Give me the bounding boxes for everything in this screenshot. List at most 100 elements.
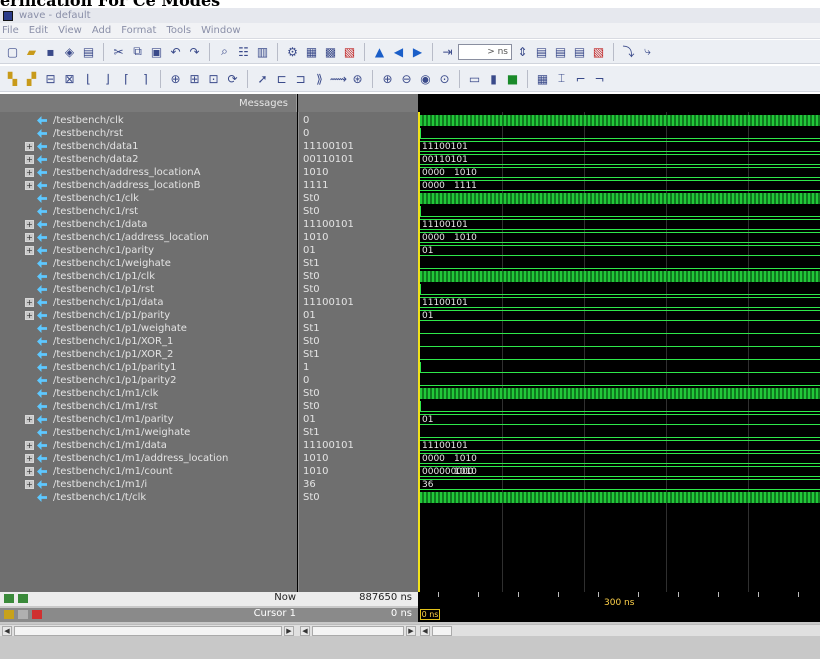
- step-back-icon[interactable]: ◀: [390, 43, 407, 60]
- expand-toggle-icon[interactable]: +: [25, 220, 34, 229]
- expand-toggle-icon[interactable]: +: [25, 467, 34, 476]
- expand-toggle-icon[interactable]: +: [25, 311, 34, 320]
- names-scrollbar[interactable]: [14, 626, 282, 636]
- run-length-icon[interactable]: ⇥: [439, 43, 456, 60]
- wave-add-icon[interactable]: [4, 594, 14, 603]
- menu-window[interactable]: Window: [201, 25, 240, 36]
- step-forward-icon[interactable]: ▶: [409, 43, 426, 60]
- new-file-icon[interactable]: ▢: [4, 43, 21, 60]
- print-icon[interactable]: ▤: [80, 43, 97, 60]
- expand-time-icon[interactable]: ▦: [534, 70, 551, 87]
- menu-format[interactable]: Format: [121, 25, 156, 36]
- find-icon[interactable]: ⌕: [216, 43, 233, 60]
- signal-row[interactable]: + /testbench/address_locationB: [0, 179, 297, 192]
- continue-icon[interactable]: ▤: [552, 43, 569, 60]
- expand-toggle-icon[interactable]: +: [25, 142, 34, 151]
- signal-row[interactable]: /testbench/c1/t/clk: [0, 491, 297, 504]
- edge-prev-icon[interactable]: ⌈: [118, 70, 135, 87]
- step-up-icon[interactable]: ▲: [371, 43, 388, 60]
- delta-time-icon[interactable]: ⌶: [553, 70, 570, 87]
- open-folder-icon[interactable]: ▰: [23, 43, 40, 60]
- zoom-in-icon[interactable]: ⊕: [379, 70, 396, 87]
- wave-refresh-icon[interactable]: ⟳: [224, 70, 241, 87]
- simulate-icon[interactable]: ⚙: [284, 43, 301, 60]
- wave-group-icon[interactable]: ⊞: [186, 70, 203, 87]
- scroll-right-icon[interactable]: ▶: [284, 626, 294, 636]
- signal-row[interactable]: /testbench/c1/p1/parity1: [0, 361, 297, 374]
- signal-row[interactable]: /testbench/c1/rst: [0, 205, 297, 218]
- cut-icon[interactable]: ✂: [110, 43, 127, 60]
- signal-row[interactable]: /testbench/c1/m1/rst: [0, 400, 297, 413]
- expand-toggle-icon[interactable]: +: [25, 181, 34, 190]
- signal-row[interactable]: + /testbench/address_locationA: [0, 166, 297, 179]
- menu-add[interactable]: Add: [92, 25, 111, 36]
- time-ruler[interactable]: 300 ns 0 ns: [418, 592, 820, 622]
- pencil-icon[interactable]: [18, 610, 28, 619]
- delete-cursor-icon[interactable]: ⊠: [61, 70, 78, 87]
- signal-row[interactable]: + /testbench/c1/parity: [0, 244, 297, 257]
- dataflow-icon[interactable]: ▩: [322, 43, 339, 60]
- step-over-icon[interactable]: ⤷: [639, 43, 656, 60]
- signal-row[interactable]: + /testbench/c1/address_location: [0, 231, 297, 244]
- break-icon[interactable]: ▧: [341, 43, 358, 60]
- redo-icon[interactable]: ↷: [186, 43, 203, 60]
- edge-next-icon[interactable]: ⌉: [137, 70, 154, 87]
- split-icon[interactable]: ⊐: [292, 70, 309, 87]
- lock-icon[interactable]: [4, 610, 14, 619]
- zoom-area-icon[interactable]: ⊏: [273, 70, 290, 87]
- paste-icon[interactable]: ▣: [148, 43, 165, 60]
- cursor-time-box[interactable]: 0 ns: [420, 609, 440, 620]
- menu-file[interactable]: File: [2, 25, 19, 36]
- signal-row[interactable]: /testbench/c1/weighate: [0, 257, 297, 270]
- edge-fall-icon[interactable]: ¬: [591, 70, 608, 87]
- search-wave-icon[interactable]: ⊛: [349, 70, 366, 87]
- hierarchy-icon[interactable]: ☷: [235, 43, 252, 60]
- signal-row[interactable]: /testbench/c1/p1/parity2: [0, 374, 297, 387]
- cursor-label[interactable]: Cursor 1: [254, 608, 296, 619]
- signal-row[interactable]: /testbench/c1/p1/XOR_2: [0, 348, 297, 361]
- insert-cursor-icon[interactable]: ⊟: [42, 70, 59, 87]
- wave-scrollbar-thumb[interactable]: [432, 626, 452, 636]
- menu-view[interactable]: View: [58, 25, 82, 36]
- signal-row[interactable]: /testbench/c1/p1/clk: [0, 270, 297, 283]
- copy-icon[interactable]: ⧉: [129, 43, 146, 60]
- expand-toggle-icon[interactable]: +: [25, 441, 34, 450]
- signal-row[interactable]: + /testbench/c1/p1/data: [0, 296, 297, 309]
- run-icon[interactable]: ▤: [533, 43, 550, 60]
- values-scrollbar[interactable]: [312, 626, 404, 636]
- signal-row[interactable]: /testbench/c1/p1/XOR_1: [0, 335, 297, 348]
- edge-left-icon[interactable]: ⌊: [80, 70, 97, 87]
- menu-tools[interactable]: Tools: [166, 25, 191, 36]
- scroll-right-icon[interactable]: ▶: [406, 626, 416, 636]
- edge-rise-icon[interactable]: ⌐: [572, 70, 589, 87]
- zoom-full-icon[interactable]: ◉: [417, 70, 434, 87]
- scroll-left-icon[interactable]: ◀: [420, 626, 430, 636]
- menu-edit[interactable]: Edit: [29, 25, 48, 36]
- signal-row[interactable]: /testbench/clk: [0, 114, 297, 127]
- signal-row[interactable]: + /testbench/c1/m1/data: [0, 439, 297, 452]
- expand-toggle-icon[interactable]: +: [25, 155, 34, 164]
- signal-row[interactable]: /testbench/rst: [0, 127, 297, 140]
- expand-toggle-icon[interactable]: +: [25, 415, 34, 424]
- scroll-left-icon[interactable]: ◀: [2, 626, 12, 636]
- edge-right-icon[interactable]: ⌋: [99, 70, 116, 87]
- stop-icon[interactable]: ▧: [590, 43, 607, 60]
- bookmark-icon[interactable]: ▥: [254, 43, 271, 60]
- signal-row[interactable]: + /testbench/data1: [0, 140, 297, 153]
- expand-toggle-icon[interactable]: +: [25, 233, 34, 242]
- compile-all-icon[interactable]: ▚: [4, 70, 21, 87]
- signal-row[interactable]: /testbench/c1/p1/rst: [0, 283, 297, 296]
- format-event-icon[interactable]: ■: [504, 70, 521, 87]
- expand-toggle-icon[interactable]: +: [25, 168, 34, 177]
- signal-row[interactable]: + /testbench/c1/m1/count: [0, 465, 297, 478]
- save-icon[interactable]: ▪: [42, 43, 59, 60]
- expand-toggle-icon[interactable]: +: [25, 298, 34, 307]
- wave-add-icon[interactable]: ⊕: [167, 70, 184, 87]
- window-icon[interactable]: ▦: [303, 43, 320, 60]
- signal-row[interactable]: + /testbench/c1/m1/address_location: [0, 452, 297, 465]
- wave-divider-icon[interactable]: ⊡: [205, 70, 222, 87]
- find-transition-icon[interactable]: ⟿: [330, 70, 347, 87]
- signal-row[interactable]: /testbench/c1/m1/weighate: [0, 426, 297, 439]
- select-pointer-icon[interactable]: ➚: [254, 70, 271, 87]
- wave-settings-icon[interactable]: [18, 594, 28, 603]
